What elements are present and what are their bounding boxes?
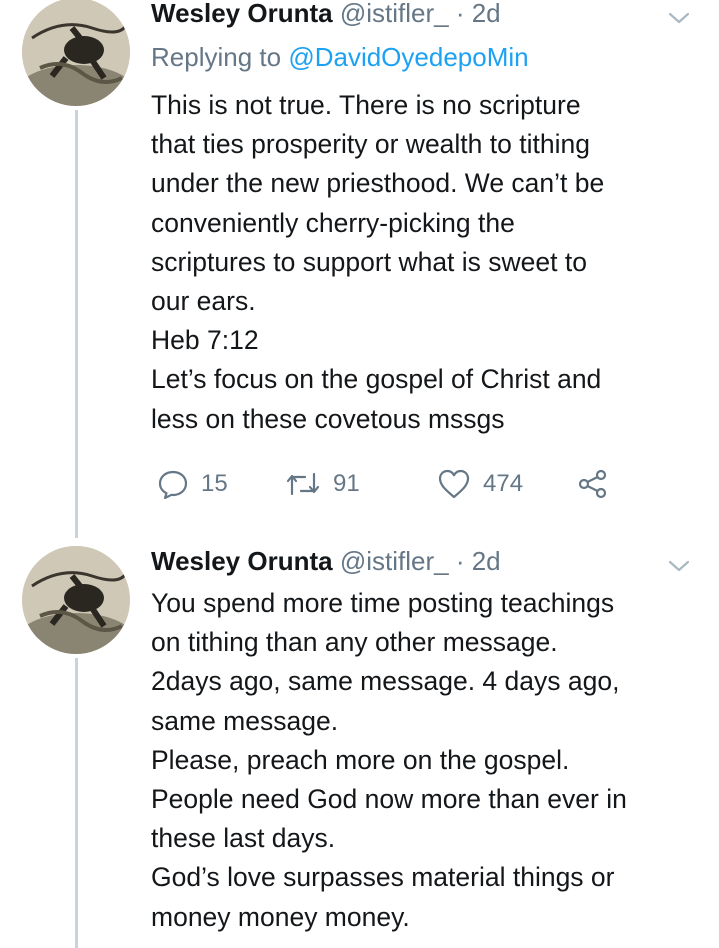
avatar-image [22, 546, 130, 654]
thread-line [75, 110, 78, 538]
timestamp[interactable]: 2d [472, 0, 501, 28]
tweet-line: scriptures to support what is sweet to [151, 246, 587, 277]
author-name[interactable]: Wesley Orunta [151, 0, 333, 28]
chevron-down-icon[interactable] [664, 8, 694, 28]
tweet[interactable]: Wesley Orunta @istifler_ · 2d You spend … [0, 538, 719, 948]
chevron-down-icon[interactable] [664, 556, 694, 576]
tweet-line: money money money. [151, 901, 410, 932]
like-count: 474 [483, 470, 524, 497]
tweet-line: People need God now more than ever in [151, 784, 627, 815]
tweet-line: You spend more time posting teachings [151, 588, 615, 618]
tweet[interactable]: Wesley Orunta @istifler_ · 2d Replying t… [0, 0, 719, 538]
avatar-image [22, 0, 130, 106]
replying-to: Replying to @DavidOyedepoMin [151, 42, 529, 72]
replying-prefix: Replying to [151, 42, 282, 72]
timestamp[interactable]: 2d [472, 546, 501, 576]
tweet-line: Please, preach more on the gospel. [151, 744, 570, 775]
like-icon [438, 469, 470, 499]
tweet-header: Wesley Orunta @istifler_ · 2d [151, 546, 501, 576]
separator-dot: · [455, 546, 465, 576]
thread-line [75, 658, 78, 948]
author-handle[interactable]: @istifler_ [340, 0, 449, 28]
tweet-text: You spend more time posting teachings on… [151, 584, 711, 937]
share-button[interactable] [577, 464, 609, 504]
share-icon [578, 469, 607, 499]
tweet-line: less on these covetous mssgs [151, 403, 505, 434]
tweet-line: This is not true. There is no scripture [151, 90, 581, 120]
tweet-line: that ties prosperity or wealth to tithin… [151, 129, 590, 160]
retweet-count: 91 [333, 470, 360, 497]
like-button[interactable]: 474 [437, 464, 523, 504]
tweet-line: our ears. [151, 286, 256, 317]
tweet-text: This is not true. There is no scripture … [151, 86, 711, 439]
retweet-icon [286, 472, 320, 496]
author-name[interactable]: Wesley Orunta [151, 546, 333, 576]
avatar[interactable] [22, 546, 130, 654]
reply-icon [158, 470, 188, 500]
retweet-button[interactable]: 91 [285, 464, 360, 504]
reply-button[interactable]: 15 [157, 464, 228, 504]
reply-count: 15 [201, 470, 228, 497]
avatar[interactable] [22, 0, 130, 106]
replying-to-link[interactable]: @DavidOyedepoMin [288, 42, 528, 72]
tweet-line: on tithing than any other message. [151, 627, 558, 658]
separator-dot: · [455, 0, 465, 28]
tweet-actions: 15 91 474 [151, 464, 621, 504]
tweet-line: Let’s focus on the gospel of Christ and [151, 364, 602, 395]
tweet-line: 2days ago, same message. 4 days ago, [151, 666, 620, 697]
tweet-line: Heb 7:12 [151, 325, 259, 356]
tweet-line: these last days. [151, 823, 336, 854]
tweet-line: under the new priesthood. We can’t be [151, 168, 605, 199]
tweet-line: conveniently cherry-picking the [151, 207, 515, 238]
author-handle[interactable]: @istifler_ [340, 546, 449, 576]
tweet-header: Wesley Orunta @istifler_ · 2d [151, 0, 501, 28]
tweet-line: God’s love surpasses material things or [151, 862, 615, 893]
tweet-line: same message. [151, 705, 339, 736]
